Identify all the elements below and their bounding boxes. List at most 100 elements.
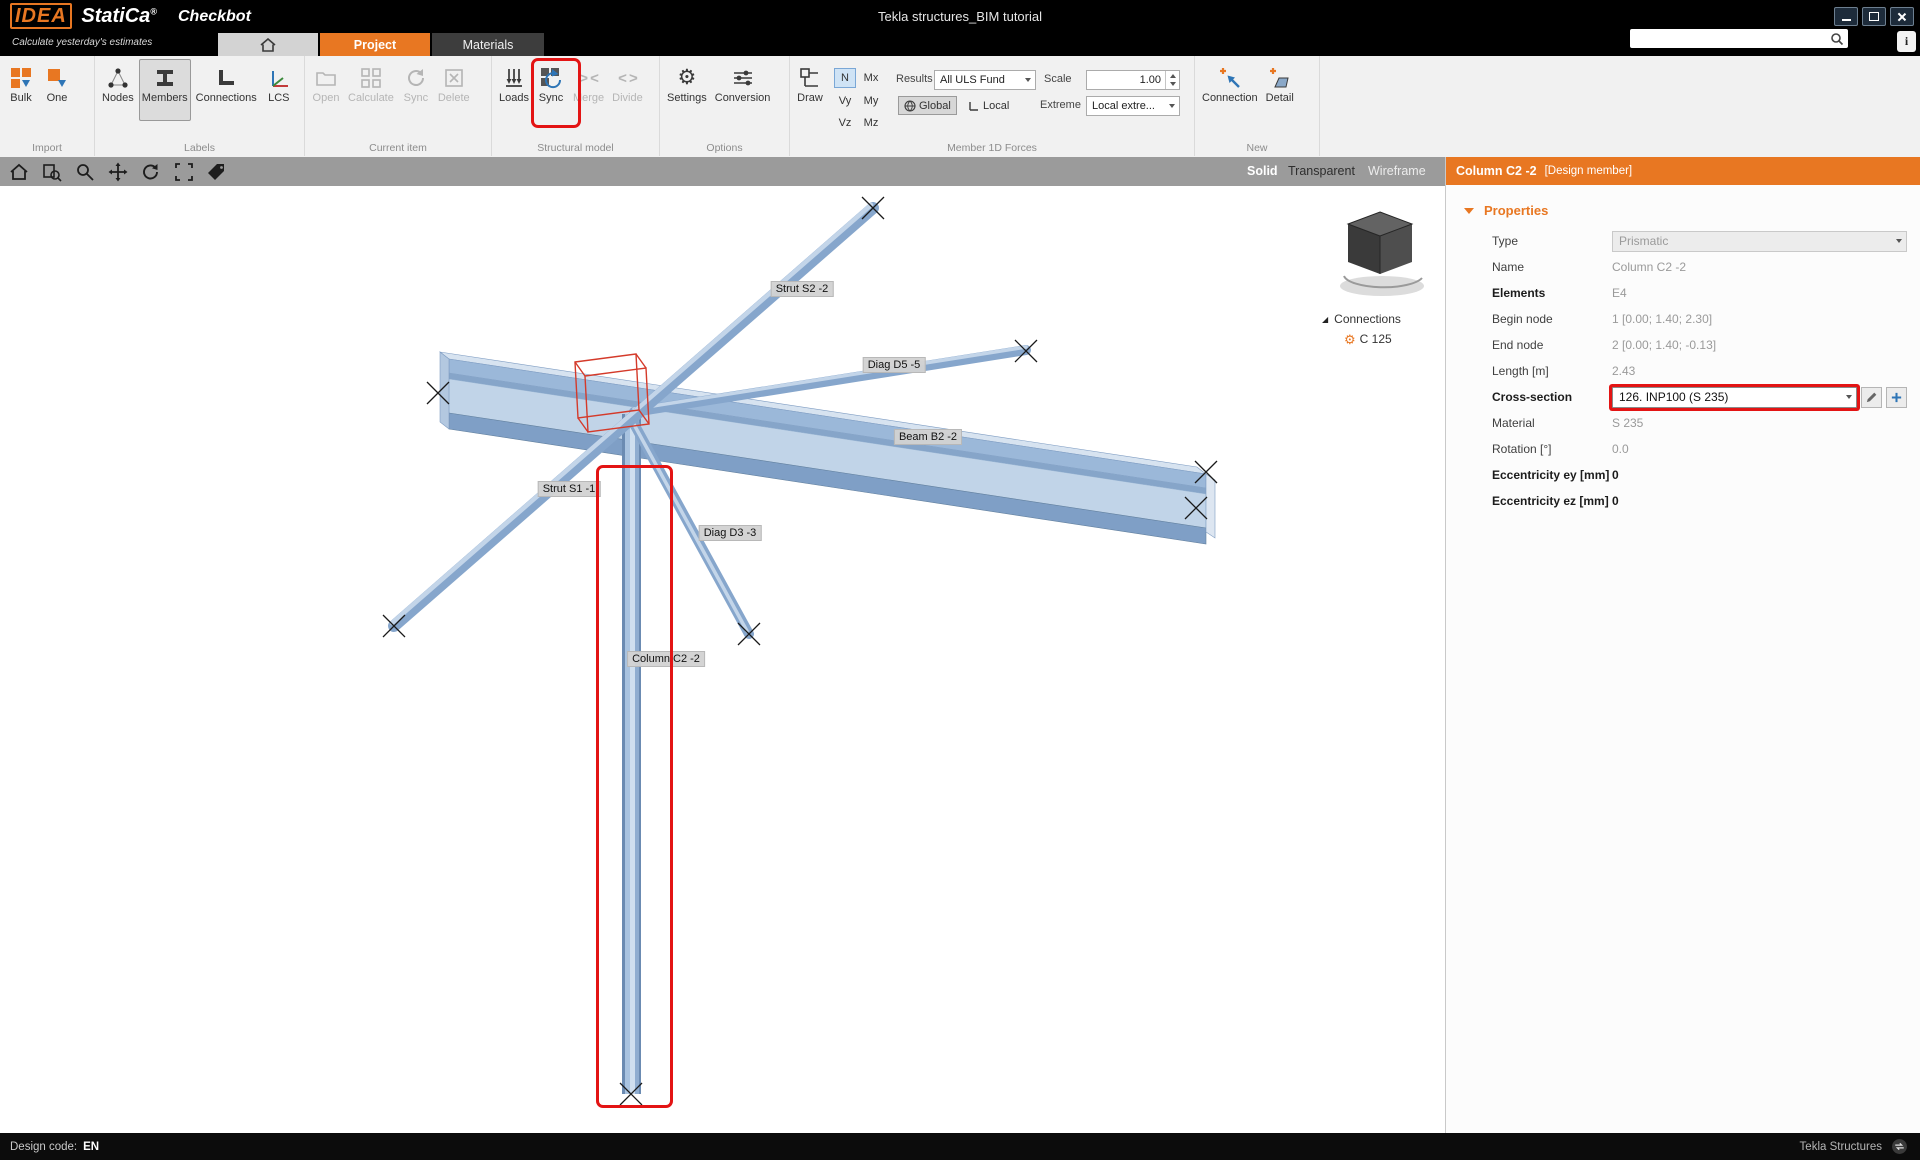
calculate-button[interactable]: Calculate — [345, 59, 397, 121]
new-detail-button[interactable]: Detail — [1263, 59, 1297, 121]
new-connection-button[interactable]: Connection — [1199, 59, 1261, 121]
bulk-import-icon — [9, 66, 33, 90]
member-label-strut-s1: Strut S1 -1 — [538, 481, 601, 497]
property-row-name: Name Column C2 -2 — [1446, 254, 1920, 280]
force-toggle-mz[interactable]: Mz — [860, 113, 882, 133]
property-row-material: Material S 235 — [1446, 410, 1920, 436]
view-home-button[interactable] — [5, 161, 33, 183]
search-input[interactable] — [1630, 31, 1830, 46]
end-node-value: 2 [0.00; 1.40; -0.13] — [1612, 338, 1716, 352]
titlebar: IDEA StatiCa® Checkbot Calculate yesterd… — [0, 0, 1920, 56]
home-icon — [260, 38, 276, 52]
panel-header-title: Column C2 -2 — [1456, 164, 1537, 178]
minimize-icon — [1842, 19, 1851, 21]
results-dropdown[interactable]: All ULS Fund — [934, 70, 1036, 90]
eccentricity-ey-value: 0 — [1612, 468, 1619, 482]
force-toggle-n[interactable]: N — [834, 68, 856, 88]
bulk-button[interactable]: Bulk — [4, 59, 38, 121]
sync-item-icon — [404, 66, 428, 90]
zoom-button[interactable] — [71, 161, 99, 183]
info-button[interactable]: i — [1897, 31, 1916, 52]
collapse-triangle-icon — [1464, 208, 1474, 214]
structural-model-scene — [0, 186, 1445, 1133]
tab-materials[interactable]: Materials — [432, 33, 544, 56]
local-button[interactable]: Local — [962, 96, 1015, 115]
lcs-button[interactable]: LCS — [262, 59, 296, 121]
close-button[interactable] — [1890, 7, 1914, 26]
force-toggle-vy[interactable]: Vy — [834, 91, 856, 111]
chevron-down-icon — [1169, 104, 1175, 108]
property-row-end-node: End node 2 [0.00; 1.40; -0.13] — [1446, 332, 1920, 358]
group-title-current-item: Current item — [305, 142, 491, 154]
chevron-down-icon — [1896, 239, 1902, 243]
tab-project[interactable]: Project — [320, 33, 430, 56]
edit-cross-section-button[interactable] — [1861, 387, 1882, 408]
cross-section-dropdown[interactable]: 126. INP100 (S 235) — [1612, 387, 1857, 408]
navigation-cube[interactable] — [1330, 204, 1440, 306]
member-label-diag-d3: Diag D3 -3 — [699, 525, 762, 541]
ribbon-group-member-forces: Draw N Vy Vz Mx My Mz Results All ULS Fu… — [790, 56, 1195, 156]
zoom-fit-button[interactable] — [170, 161, 198, 183]
connections-button[interactable]: Connections — [193, 59, 260, 121]
merge-icon: > < — [579, 70, 598, 87]
scale-input[interactable]: 1.00 — [1086, 70, 1180, 90]
lcs-axes-icon — [267, 66, 291, 90]
connection-item-c125[interactable]: ⚙ C 125 — [1344, 332, 1401, 346]
loads-button[interactable]: Loads — [496, 59, 532, 121]
add-cross-section-button[interactable] — [1886, 387, 1907, 408]
pan-arrows-icon — [108, 162, 128, 182]
extreme-dropdown[interactable]: Local extre... — [1086, 96, 1180, 116]
labels-toggle-button[interactable] — [203, 161, 231, 183]
scale-label: Scale — [1044, 73, 1072, 85]
settings-button[interactable]: ⚙ Settings — [664, 59, 710, 121]
loads-icon — [502, 66, 526, 90]
conversion-button[interactable]: Conversion — [712, 59, 774, 121]
tab-home[interactable] — [218, 33, 318, 56]
spinner-down-icon — [1170, 82, 1176, 86]
member-label-diag-d5: Diag D5 -5 — [863, 357, 926, 373]
nodes-button[interactable]: Nodes — [99, 59, 137, 121]
ribbon: Bulk One Import Nodes Members Connection… — [0, 56, 1920, 158]
sync-item-button[interactable]: Sync — [399, 59, 433, 121]
member-label-beam-b2: Beam B2 -2 — [894, 429, 962, 445]
properties-section-header[interactable]: Properties — [1464, 203, 1920, 218]
divide-button[interactable]: < > Divide — [609, 59, 646, 121]
force-toggle-mx[interactable]: Mx — [860, 68, 882, 88]
logo-statica: StatiCa — [81, 5, 150, 27]
zoom-window-button[interactable] — [38, 161, 66, 183]
draw-button[interactable]: Draw — [793, 59, 827, 121]
app-window: IDEA StatiCa® Checkbot Calculate yesterd… — [0, 0, 1920, 1160]
delete-button[interactable]: Delete — [435, 59, 473, 121]
render-mode-solid[interactable]: Solid — [1247, 164, 1278, 178]
render-mode-transparent[interactable]: Transparent — [1288, 164, 1355, 178]
maximize-button[interactable] — [1862, 7, 1886, 26]
gear-icon: ⚙ — [1344, 333, 1356, 346]
property-row-type: Type Prismatic — [1446, 228, 1920, 254]
viewport-3d[interactable]: Strut S2 -2 Diag D5 -5 Beam B2 -2 Strut … — [0, 186, 1445, 1133]
global-button[interactable]: Global — [898, 96, 957, 115]
eccentricity-ez-value: 0 — [1612, 494, 1619, 508]
settings-gear-icon: ⚙ — [677, 65, 696, 91]
app-name: Checkbot — [178, 8, 251, 26]
minimize-button[interactable] — [1834, 7, 1858, 26]
open-button[interactable]: Open — [309, 59, 343, 121]
group-title-labels: Labels — [95, 142, 304, 154]
force-toggle-my[interactable]: My — [860, 91, 882, 111]
pan-button[interactable] — [104, 161, 132, 183]
local-axes-icon — [968, 100, 980, 112]
search-icon — [1830, 32, 1844, 46]
scale-spinner[interactable] — [1165, 71, 1179, 89]
ribbon-group-import: Bulk One Import — [0, 56, 95, 156]
close-icon — [1897, 12, 1907, 22]
force-toggle-vz[interactable]: Vz — [834, 113, 856, 133]
members-button[interactable]: Members — [139, 59, 191, 121]
property-row-rotation: Rotation [°] 0.0 — [1446, 436, 1920, 462]
render-mode-wireframe[interactable]: Wireframe — [1368, 164, 1426, 178]
one-button[interactable]: One — [40, 59, 74, 121]
connections-group[interactable]: ◢ Connections — [1322, 312, 1401, 326]
tag-icon — [207, 162, 227, 182]
type-dropdown[interactable]: Prismatic — [1612, 231, 1907, 252]
name-value: Column C2 -2 — [1612, 260, 1686, 274]
rotate-button[interactable] — [137, 161, 165, 183]
window-title: Tekla structures_BIM tutorial — [878, 9, 1042, 24]
